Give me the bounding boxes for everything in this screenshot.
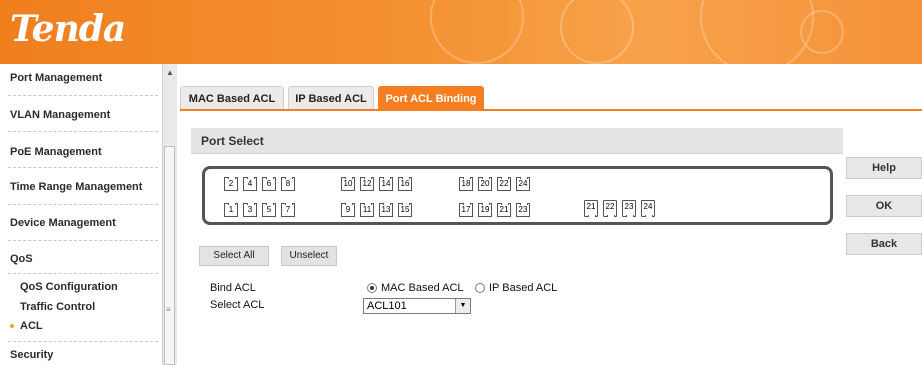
sidebar-item-poe-management[interactable]: PoE Management (10, 146, 102, 158)
port-18[interactable]: 18 (459, 177, 473, 191)
help-button[interactable]: Help (846, 157, 922, 179)
port-6[interactable]: 6 (262, 177, 276, 191)
chevron-down-icon[interactable]: ▼ (455, 299, 470, 313)
nav-divider (8, 240, 158, 241)
sidebar-subitem-qos-configuration[interactable]: QoS Configuration (20, 281, 118, 293)
select-all-button[interactable]: Select All (199, 246, 269, 266)
port-7[interactable]: 7 (281, 203, 295, 217)
radio-mac-based-acl[interactable] (367, 283, 377, 293)
nav-divider (8, 95, 158, 96)
sidebar-item-qos[interactable]: QoS (10, 253, 33, 265)
brand-logo: Tenda (10, 8, 126, 50)
unselect-button[interactable]: Unselect (281, 246, 337, 266)
back-button[interactable]: Back (846, 233, 922, 255)
scrollbar-thumb[interactable] (164, 146, 175, 365)
decor-bubble (560, 0, 634, 64)
nav-divider (8, 167, 158, 168)
port-23[interactable]: 23 (516, 203, 530, 217)
bind-acl-label: Bind ACL (210, 282, 256, 294)
port-14[interactable]: 14 (379, 177, 393, 191)
sfp-port-23[interactable]: 23 (622, 200, 636, 217)
port-9[interactable]: 9 (341, 203, 355, 217)
sidebar-scrollbar[interactable]: ▲ ≡ (162, 64, 177, 365)
radio-mac-based-acl-label: MAC Based ACL (381, 282, 464, 294)
port-select-title: Port Select (191, 128, 843, 154)
port-10[interactable]: 10 (341, 177, 355, 191)
port-21[interactable]: 21 (497, 203, 511, 217)
sfp-port-22[interactable]: 22 (603, 200, 617, 217)
radio-ip-based-acl[interactable] (475, 283, 485, 293)
sidebar-item-time-range-management[interactable]: Time Range Management (10, 181, 142, 193)
active-indicator-icon (10, 324, 14, 328)
sidebar-item-vlan-management[interactable]: VLAN Management (10, 109, 110, 121)
scroll-grip-icon: ≡ (166, 305, 171, 314)
nav-divider (8, 204, 158, 205)
sidebar-item-port-management[interactable]: Port Management (10, 72, 102, 84)
decor-bubble (700, 0, 814, 64)
port-1[interactable]: 1 (224, 203, 238, 217)
tab-mac-based-acl[interactable]: MAC Based ACL (180, 86, 284, 110)
port-8[interactable]: 8 (281, 177, 295, 191)
nav-divider (8, 131, 158, 132)
tab-ip-based-acl[interactable]: IP Based ACL (288, 86, 374, 110)
port-3[interactable]: 3 (243, 203, 257, 217)
port-24[interactable]: 24 (516, 177, 530, 191)
decor-bubble (430, 0, 524, 64)
radio-ip-based-acl-label: IP Based ACL (489, 282, 558, 294)
port-22[interactable]: 22 (497, 177, 511, 191)
port-15[interactable]: 15 (398, 203, 412, 217)
nav-divider (8, 341, 158, 342)
sidebar-subitem-acl[interactable]: ACL (20, 320, 43, 332)
port-16[interactable]: 16 (398, 177, 412, 191)
port-13[interactable]: 13 (379, 203, 393, 217)
sidebar-subitem-traffic-control[interactable]: Traffic Control (20, 301, 95, 313)
select-acl-label: Select ACL (210, 299, 265, 311)
sidebar-item-device-management[interactable]: Device Management (10, 217, 116, 229)
port-12[interactable]: 12 (360, 177, 374, 191)
select-acl-dropdown[interactable]: ACL101 ▼ (363, 298, 471, 314)
port-11[interactable]: 11 (360, 203, 374, 217)
select-acl-value: ACL101 (367, 300, 407, 312)
decor-bubble (800, 10, 844, 54)
port-4[interactable]: 4 (243, 177, 257, 191)
port-17[interactable]: 17 (459, 203, 473, 217)
port-5[interactable]: 5 (262, 203, 276, 217)
sidebar-item-security[interactable]: Security (10, 349, 53, 361)
header-banner: Tenda (0, 0, 922, 64)
tab-port-acl-binding[interactable]: Port ACL Binding (378, 86, 484, 110)
port-20[interactable]: 20 (478, 177, 492, 191)
nav-divider (8, 273, 158, 274)
ok-button[interactable]: OK (846, 195, 922, 217)
port-2[interactable]: 2 (224, 177, 238, 191)
sfp-port-21[interactable]: 21 (584, 200, 598, 217)
scroll-up-arrow-icon[interactable]: ▲ (166, 68, 174, 77)
sfp-port-24[interactable]: 24 (641, 200, 655, 217)
tab-underline (180, 109, 922, 111)
port-19[interactable]: 19 (478, 203, 492, 217)
